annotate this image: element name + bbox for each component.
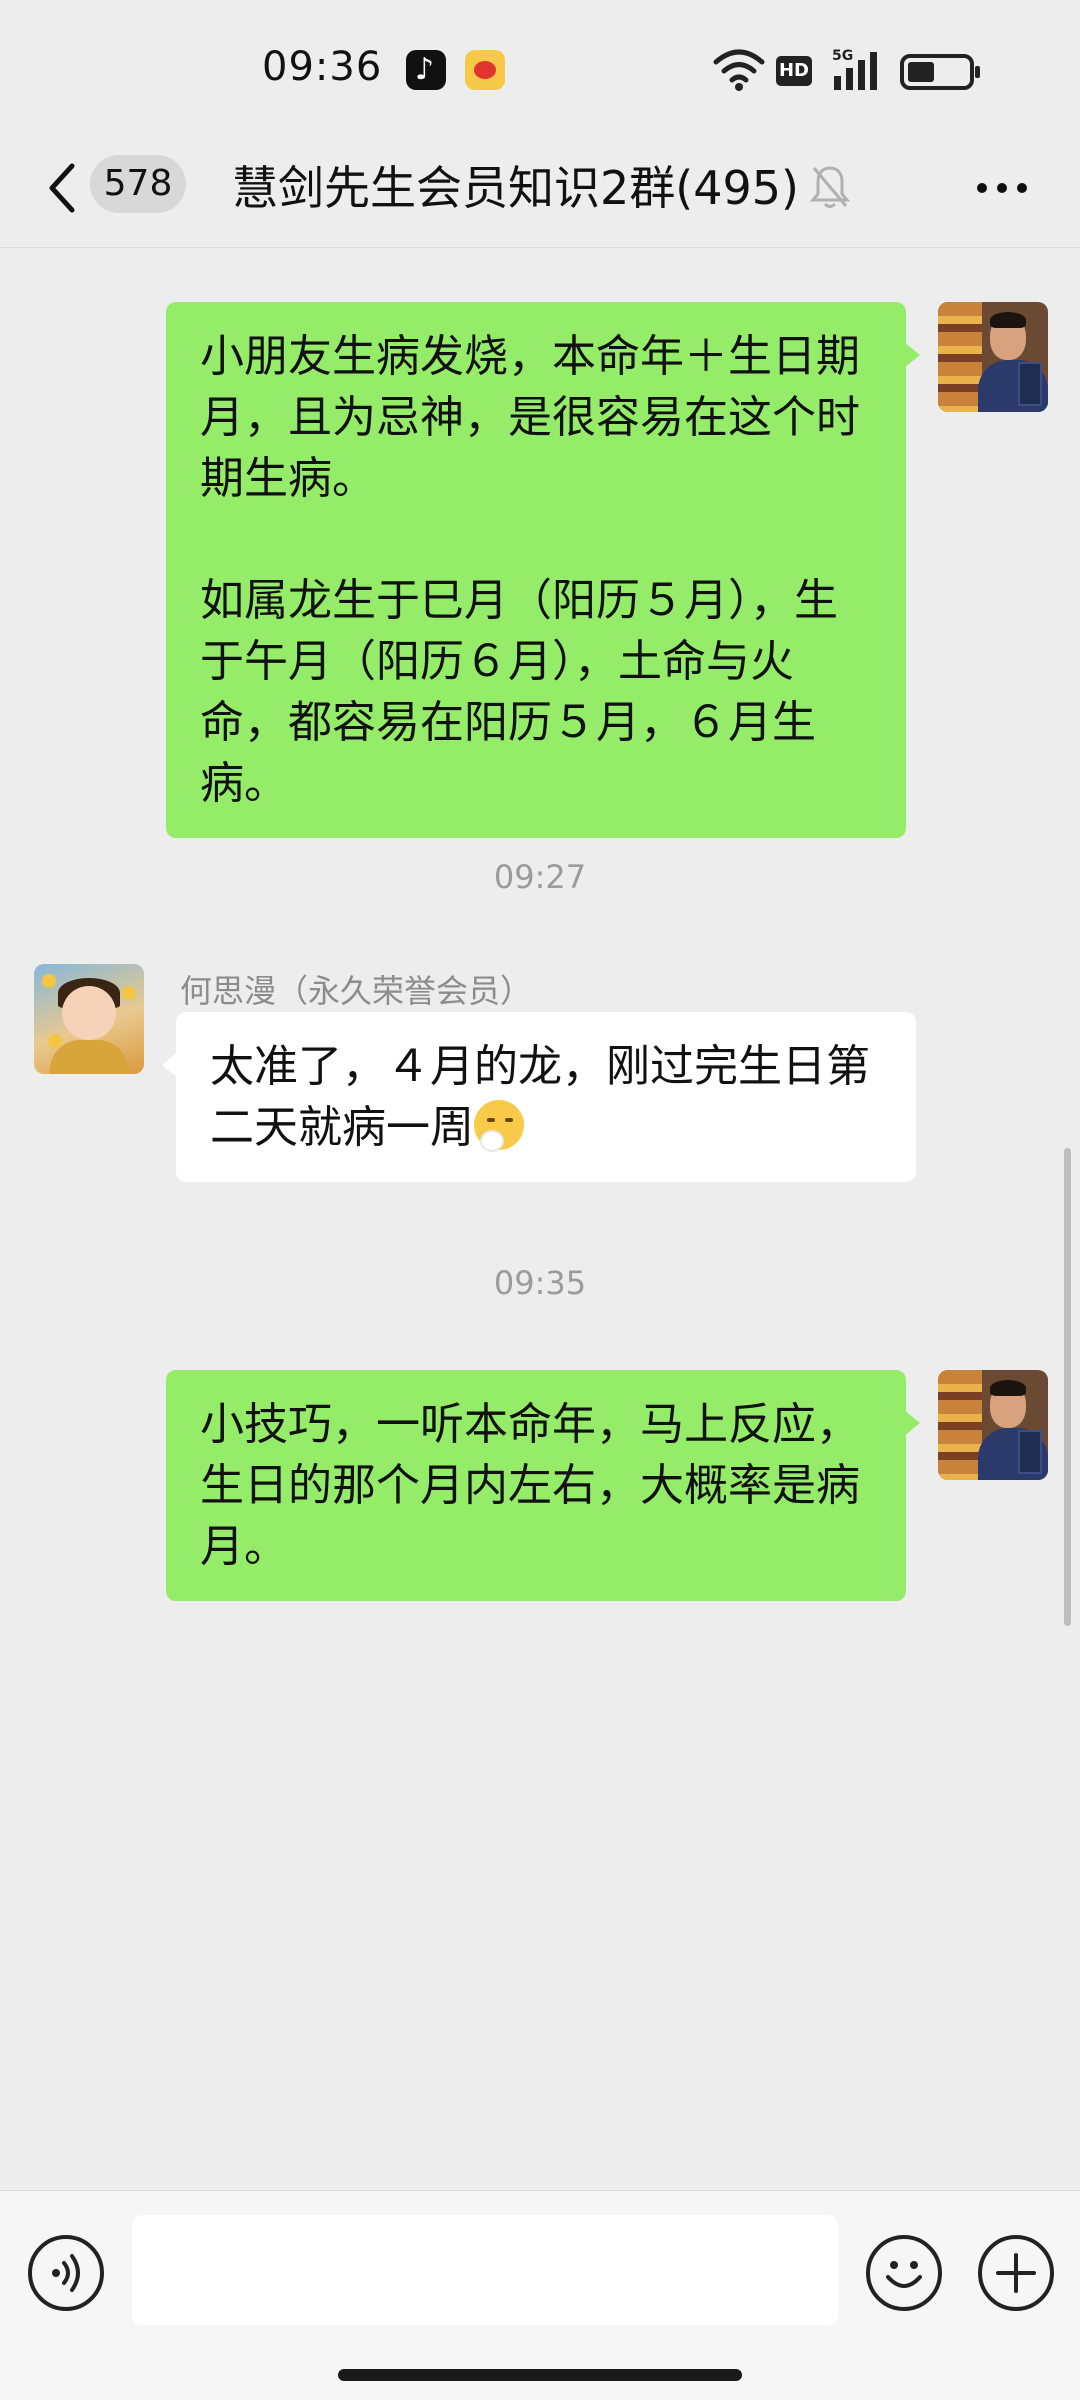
avatar-other[interactable] bbox=[34, 964, 144, 1074]
message-bubble-self[interactable]: 小朋友生病发烧，本命年＋生日期月，且为忌神，是很容易在这个时期生病。 如属龙生于… bbox=[166, 302, 920, 838]
battery-icon bbox=[900, 54, 980, 90]
shushing-face-emoji bbox=[474, 1100, 524, 1152]
message-input[interactable] bbox=[132, 2215, 838, 2325]
message-text: 太准了，４月的龙，刚过完生日第二天就病一周 bbox=[210, 1041, 870, 1153]
voice-button[interactable] bbox=[28, 2235, 104, 2311]
plus-button[interactable] bbox=[978, 2235, 1054, 2311]
weibo-icon bbox=[465, 50, 505, 90]
avatar-self[interactable] bbox=[938, 1370, 1048, 1480]
mute-bell-icon bbox=[810, 166, 850, 208]
chat-header: 578 慧剑先生会员知识2群(495) bbox=[0, 130, 1080, 248]
signal-5g-label: 5G bbox=[832, 48, 853, 64]
unread-count-badge[interactable]: 578 bbox=[90, 155, 186, 213]
status-time: 09:36 bbox=[262, 44, 383, 90]
timestamp: 09:35 bbox=[493, 1264, 587, 1302]
scrollbar[interactable] bbox=[1064, 1148, 1071, 1626]
avatar-self[interactable] bbox=[938, 302, 1048, 412]
back-icon[interactable] bbox=[42, 158, 82, 218]
input-bar bbox=[0, 2190, 1080, 2400]
voice-icon bbox=[52, 2254, 80, 2292]
home-indicator[interactable] bbox=[338, 2369, 742, 2381]
emoji-button[interactable] bbox=[866, 2235, 942, 2311]
more-icon[interactable] bbox=[972, 158, 1032, 218]
timestamp: 09:27 bbox=[493, 858, 587, 896]
sender-name: 何思漫（永久荣誉会员） bbox=[180, 972, 533, 1010]
message-bubble-other[interactable]: 太准了，４月的龙，刚过完生日第二天就病一周 bbox=[162, 1012, 916, 1182]
signal-5g-icon: 5G bbox=[832, 48, 877, 90]
message-bubble-self[interactable]: 小技巧，一听本命年，马上反应，生日的那个月内左右，大概率是病月。 bbox=[166, 1370, 920, 1601]
emoji-icon bbox=[886, 2261, 922, 2288]
hd-network-icon: HD bbox=[776, 56, 812, 86]
chat-title: 慧剑先生会员知识2群(495) bbox=[232, 161, 799, 215]
plus-icon bbox=[996, 2253, 1036, 2293]
status-bar: 09:36 HD 5G bbox=[0, 0, 1080, 130]
tiktok-icon bbox=[406, 50, 446, 90]
wifi-icon bbox=[713, 49, 765, 91]
